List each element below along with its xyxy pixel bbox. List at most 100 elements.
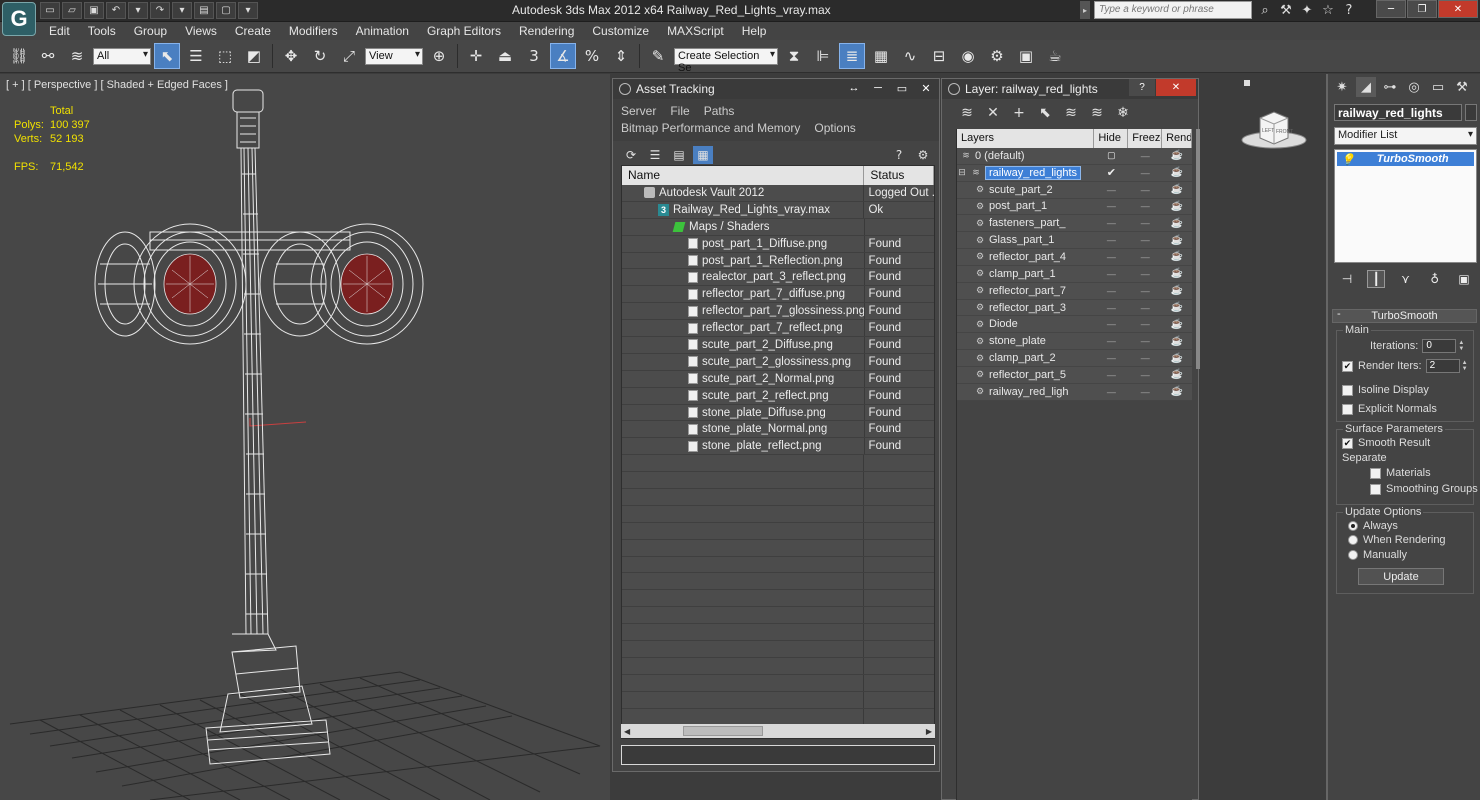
layer-row[interactable]: ⚙ reflector_part_3— — ☕ — [957, 299, 1192, 317]
layer-row[interactable]: ⚙ Glass_part_1— — ☕ — [957, 232, 1192, 250]
close-button[interactable]: ✕ — [1156, 79, 1196, 96]
bind-space-warp-icon[interactable]: ≋ — [64, 43, 90, 69]
stack-item-turbosmooth[interactable]: 💡 TurboSmooth — [1337, 152, 1474, 166]
render-teapot-icon[interactable]: ☕ — [1162, 319, 1192, 330]
asset-row[interactable]: Maps / Shaders — [622, 218, 934, 236]
layer-row[interactable]: ⚙ fasteners_part_ — — ☕ — [957, 215, 1192, 233]
angle-snap-icon[interactable]: ∡ — [550, 43, 576, 69]
column-layers-header[interactable]: Layers — [957, 129, 1095, 148]
help-icon[interactable]: ? — [1340, 1, 1358, 19]
align-icon[interactable]: ⊫ — [810, 43, 836, 69]
asset-row[interactable]: scute_part_2_glossiness.png Found — [622, 353, 934, 371]
asset-row[interactable]: Autodesk Vault 2012 Logged Out .. — [622, 185, 934, 202]
smoothing-groups-checkbox[interactable] — [1370, 483, 1381, 495]
layer-row[interactable]: ≋ 0 (default) ▢ — ☕ — [957, 148, 1192, 165]
thumbnail-view-icon[interactable]: ▤ — [669, 146, 689, 164]
rendered-frame-window-icon[interactable]: ▣ — [1013, 43, 1039, 69]
viewcube-front-face[interactable]: FRONT — [1276, 129, 1293, 135]
expand-arrow-icon[interactable]: ▸ — [1080, 1, 1090, 19]
column-status-header[interactable]: Status — [864, 166, 934, 185]
hide-toggle[interactable]: — — [1094, 201, 1128, 211]
mirror-icon[interactable]: ⧗ — [781, 43, 807, 69]
layer-name[interactable]: reflector_part_7 — [989, 285, 1066, 297]
render-teapot-icon[interactable]: ☕ — [1162, 184, 1192, 195]
hide-toggle[interactable]: — — [1094, 269, 1128, 279]
schematic-view-icon[interactable]: ⊟ — [926, 43, 952, 69]
asset-row[interactable]: scute_part_2_Diffuse.png Found — [622, 337, 934, 354]
asset-row[interactable]: stone_plate_reflect.png Found — [622, 438, 934, 456]
current-layer-check-icon[interactable]: ✔ — [1094, 166, 1128, 179]
menu-file[interactable]: File — [670, 103, 689, 120]
menu-server[interactable]: Server — [621, 103, 656, 120]
freeze-toggle[interactable]: — — [1128, 387, 1162, 397]
hide-toggle[interactable]: — — [1094, 303, 1128, 313]
render-iters-checkbox[interactable]: ✔ — [1342, 360, 1353, 372]
motion-tab-icon[interactable]: ◎ — [1404, 77, 1424, 97]
modifier-list-dropdown[interactable]: Modifier List — [1334, 127, 1477, 145]
rotate-icon[interactable]: ↻ — [307, 43, 333, 69]
create-layer-icon[interactable]: ≋ — [958, 104, 976, 122]
menu-views[interactable]: Views — [176, 22, 226, 40]
asset-row[interactable]: post_part_1_Reflection.png Found — [622, 252, 934, 270]
render-iters-spinner[interactable]: 2 — [1425, 359, 1460, 373]
home-icon[interactable] — [1244, 80, 1250, 86]
add-to-layer-icon[interactable]: + — [1010, 104, 1028, 122]
menu-graph-editors[interactable]: Graph Editors — [418, 22, 510, 40]
turbosmooth-rollout-header[interactable]: - TurboSmooth — [1332, 308, 1477, 323]
layer-name[interactable]: reflector_part_5 — [989, 369, 1066, 381]
explicit-normals-checkbox[interactable] — [1342, 403, 1353, 415]
menu-options[interactable]: Options — [814, 120, 855, 137]
perspective-viewport[interactable]: [ + ] [ Perspective ] [ Shaded + Edged F… — [0, 74, 610, 800]
layer-row[interactable]: ⊟ ≋ railway_red_lights ✔ — ☕ — [957, 164, 1192, 182]
make-unique-icon[interactable]: ⋎ — [1397, 270, 1415, 288]
when-rendering-radio[interactable] — [1348, 535, 1358, 545]
freeze-toggle[interactable]: — — [1128, 336, 1162, 346]
render-setup-icon[interactable]: ⚙ — [984, 43, 1010, 69]
asset-row[interactable]: reflector_part_7_reflect.png Found — [622, 320, 934, 338]
close-button[interactable]: ✕ — [1438, 0, 1478, 18]
layer-name[interactable]: clamp_part_1 — [989, 268, 1056, 280]
window-crossing-icon[interactable]: ◩ — [241, 43, 267, 69]
freeze-toggle[interactable]: — — [1128, 370, 1162, 380]
graphite-modeling-icon[interactable]: ▦ — [868, 43, 894, 69]
iterations-spinner-arrows[interactable]: ▲ ▼ — [1458, 339, 1466, 353]
scale-icon[interactable]: ⤢ — [336, 43, 362, 69]
render-teapot-icon[interactable]: ☕ — [1162, 336, 1192, 347]
always-radio[interactable] — [1348, 521, 1358, 531]
freeze-toggle[interactable]: — — [1128, 286, 1162, 296]
pin-stack-icon[interactable]: ⊣ — [1338, 270, 1356, 288]
menu-group[interactable]: Group — [125, 22, 176, 40]
close-icon[interactable]: ✕ — [915, 80, 937, 96]
layer-manager-icon[interactable]: ≣ — [839, 43, 865, 69]
material-editor-icon[interactable]: ◉ — [955, 43, 981, 69]
menu-customize[interactable]: Customize — [583, 22, 658, 40]
viewcube[interactable]: LEFT FRONT — [1240, 104, 1310, 152]
collapse-icon[interactable]: - — [1337, 308, 1341, 320]
reference-coordinate-dropdown[interactable]: View — [365, 47, 423, 65]
layer-name[interactable]: clamp_part_2 — [989, 352, 1056, 364]
qa-dropdown-icon[interactable]: ▾ — [238, 2, 258, 19]
layer-row[interactable]: ⚙ reflector_part_4— — ☕ — [957, 249, 1192, 266]
layer-row[interactable]: ⚙ reflector_part_5— — ☕ — [957, 366, 1192, 384]
favorites-star-icon[interactable]: ☆ — [1319, 1, 1337, 19]
viewcube-left-face[interactable]: LEFT — [1262, 128, 1274, 134]
freeze-toggle[interactable]: — — [1128, 235, 1162, 245]
asset-tracking-titlebar[interactable]: Asset Tracking ↔ ─ ▭ ✕ — [613, 79, 939, 99]
edit-named-selection-icon[interactable]: ✎ — [645, 43, 671, 69]
lightbulb-icon[interactable]: 💡 — [1341, 153, 1355, 166]
layer-row[interactable]: ⚙ clamp_part_2— — ☕ — [957, 350, 1192, 367]
freeze-toggle[interactable]: — — [1128, 269, 1162, 279]
menu-edit[interactable]: Edit — [40, 22, 79, 40]
spinner-snap-icon[interactable]: ⇕ — [608, 43, 634, 69]
highlight-layer-icon[interactable]: ≋ — [1062, 104, 1080, 122]
layer-name[interactable]: reflector_part_4 — [989, 251, 1066, 263]
link-icon[interactable]: ⛓ — [6, 43, 32, 69]
restore-button[interactable]: ❐ — [1407, 0, 1437, 18]
new-file-icon[interactable]: ▭ — [40, 2, 60, 19]
layer-name[interactable]: 0 (default) — [975, 150, 1025, 162]
hide-toggle[interactable]: — — [1094, 252, 1128, 262]
layer-row[interactable]: ⚙ clamp_part_1— — ☕ — [957, 265, 1192, 283]
update-button[interactable]: Update — [1358, 568, 1444, 585]
list-view-icon[interactable]: ☰ — [645, 146, 665, 164]
save-file-icon[interactable]: ▣ — [84, 2, 104, 19]
